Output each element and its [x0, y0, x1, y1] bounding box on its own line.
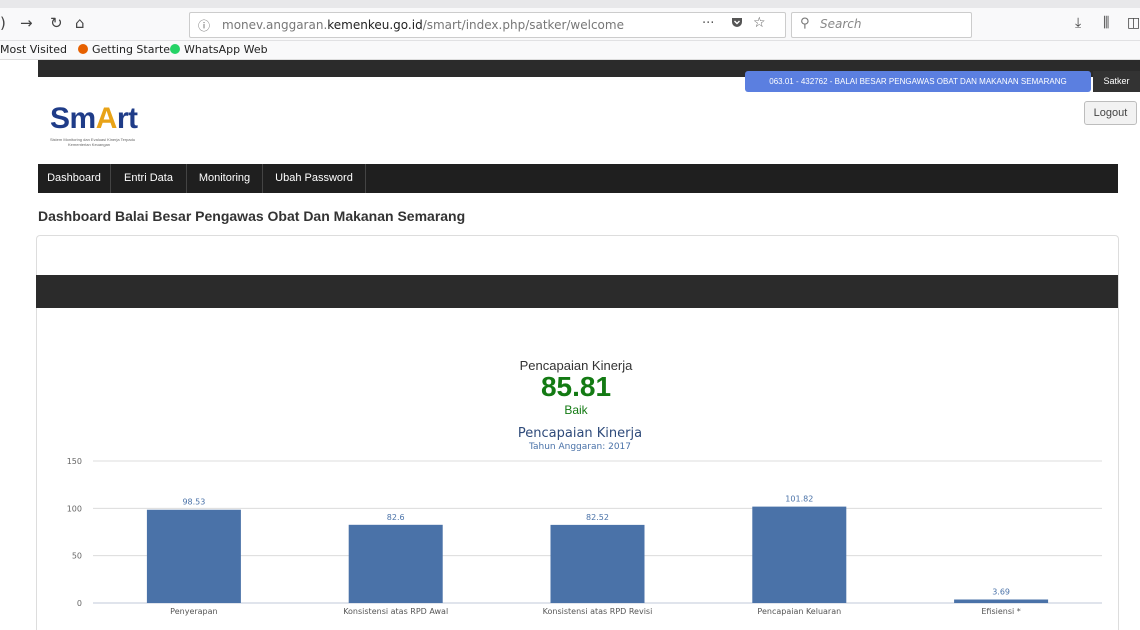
x-category-label: Konsistensi atas RPD Awal: [343, 607, 448, 616]
x-category-label: Konsistensi atas RPD Revisi: [543, 607, 653, 616]
y-tick-label: 150: [67, 457, 82, 466]
bar-value-label: 101.82: [785, 495, 813, 504]
bar[interactable]: [348, 524, 443, 603]
y-tick-label: 50: [72, 552, 82, 561]
y-tick-label: 0: [77, 599, 82, 608]
bar[interactable]: [146, 509, 241, 603]
x-category-label: Penyerapan: [170, 607, 217, 616]
chart-subtitle: Tahun Anggaran: 2017: [528, 442, 631, 452]
chart-title: Pencapaian Kinerja: [518, 426, 642, 441]
chart-x-labels: Penyerapan Konsistensi atas RPD Awal Konsi…: [170, 607, 1021, 616]
bar[interactable]: [752, 506, 847, 603]
bar-value-label: 82.6: [387, 513, 405, 522]
bar-value-label: 82.52: [586, 513, 609, 522]
x-category-label: Pencapaian Keluaran: [757, 607, 841, 616]
bar[interactable]: [954, 599, 1049, 603]
y-tick-label: 100: [67, 504, 82, 513]
performance-chart: Pencapaian Kinerja Tahun Anggaran: 2017 …: [67, 426, 1102, 616]
bar-value-label: 3.69: [992, 588, 1010, 597]
x-category-label: Efisiensi *: [981, 607, 1020, 616]
bar[interactable]: [550, 524, 645, 603]
bar-value-label: 98.53: [182, 498, 205, 507]
